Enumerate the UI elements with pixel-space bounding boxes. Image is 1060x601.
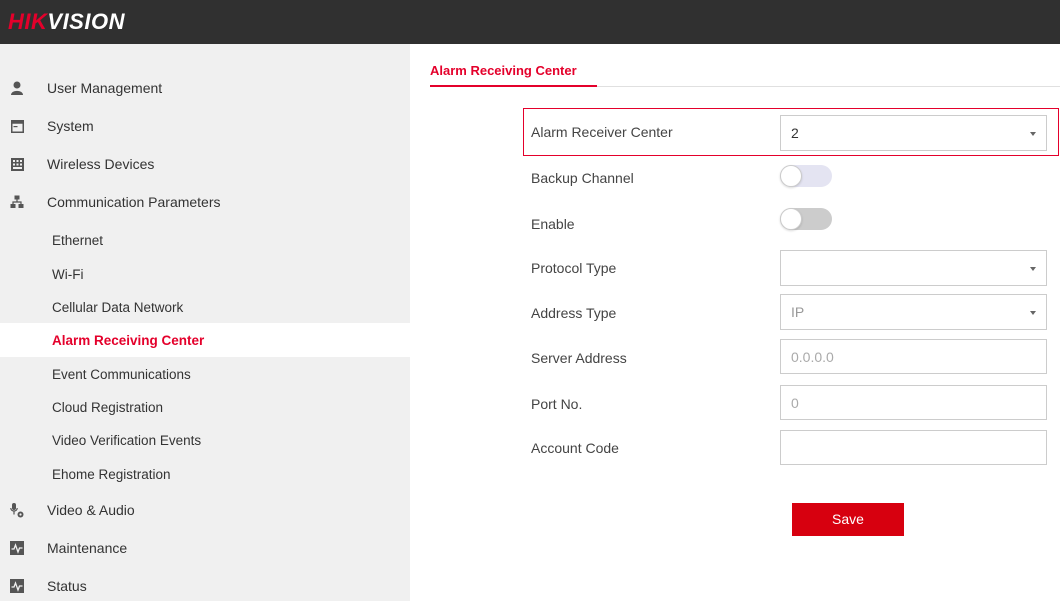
sidebar-item-label: Wireless Devices <box>47 156 155 172</box>
address-type-select[interactable]: IP <box>780 294 1047 330</box>
sidebar-item-wireless-devices[interactable]: Wireless Devices <box>0 147 410 181</box>
alarm-receiver-center-select[interactable]: 2 <box>780 115 1047 151</box>
sidebar-item-status[interactable]: Status <box>0 569 410 601</box>
logo-vision: VISION <box>47 9 125 34</box>
tab-bar: Alarm Receiving Center <box>430 64 1060 87</box>
sidebar-item-label: Wi-Fi <box>52 266 84 282</box>
hikvision-logo: HIKVISION <box>8 9 125 35</box>
sidebar-item-label: Cloud Registration <box>52 399 164 415</box>
sidebar-item-maintenance[interactable]: Maintenance <box>0 531 410 565</box>
alarm-receiver-center-value: 2 <box>791 125 799 141</box>
sidebar-item-label: Status <box>47 578 87 594</box>
chevron-down-icon <box>1030 132 1036 136</box>
user-icon <box>10 81 24 95</box>
tab-alarm-receiving-center[interactable]: Alarm Receiving Center <box>430 64 597 87</box>
top-header-bar: HIKVISION <box>0 0 1060 44</box>
enable-label: Enable <box>531 216 575 232</box>
sidebar-item-ethernet[interactable]: Ethernet <box>0 223 410 257</box>
sidebar-item-user-management[interactable]: User Management <box>0 71 410 105</box>
sidebar-item-label: User Management <box>47 80 163 96</box>
sidebar-item-label: Communication Parameters <box>47 194 221 210</box>
sidebar-item-video-verification-events[interactable]: Video Verification Events <box>0 423 410 457</box>
main-content: Alarm Receiving Center Alarm Receiver Ce… <box>410 44 1060 601</box>
sidebar-item-label: System <box>47 118 94 134</box>
sidebar-item-ehome-registration[interactable]: Ehome Registration <box>0 457 410 491</box>
protocol-type-label: Protocol Type <box>531 260 617 276</box>
sidebar-item-label: Maintenance <box>47 540 128 556</box>
port-no-input[interactable]: 0 <box>780 385 1047 420</box>
sidebar-item-wifi[interactable]: Wi-Fi <box>0 257 410 291</box>
maintenance-icon <box>10 541 24 555</box>
save-button[interactable]: Save <box>792 503 904 536</box>
network-icon <box>10 195 24 209</box>
port-no-label: Port No. <box>531 396 583 412</box>
sidebar-item-cloud-registration[interactable]: Cloud Registration <box>0 390 410 424</box>
chevron-down-icon <box>1030 311 1036 315</box>
sidebar: User Management System Wireless Devices … <box>0 44 410 601</box>
sidebar-item-label: Video & Audio <box>47 502 135 518</box>
enable-toggle[interactable] <box>780 208 832 230</box>
address-type-label: Address Type <box>531 305 617 321</box>
server-address-label: Server Address <box>531 350 627 366</box>
server-address-placeholder: 0.0.0.0 <box>791 349 834 365</box>
sidebar-item-label: Alarm Receiving Center <box>52 332 205 348</box>
account-code-label: Account Code <box>531 440 619 456</box>
address-type-value: IP <box>791 304 805 320</box>
server-address-input[interactable]: 0.0.0.0 <box>780 339 1047 374</box>
wireless-devices-icon <box>10 157 24 171</box>
port-no-placeholder: 0 <box>791 395 799 411</box>
backup-channel-label: Backup Channel <box>531 170 634 186</box>
sidebar-item-label: Event Communications <box>52 366 191 382</box>
sidebar-item-video-audio[interactable]: Video & Audio <box>0 493 410 527</box>
chevron-down-icon <box>1030 267 1036 271</box>
alarm-receiver-center-label: Alarm Receiver Center <box>531 124 673 140</box>
sidebar-item-label: Video Verification Events <box>52 432 202 448</box>
backup-channel-toggle[interactable] <box>780 165 832 187</box>
tab-label: Alarm Receiving Center <box>430 63 577 78</box>
sidebar-item-label: Cellular Data Network <box>52 299 184 315</box>
toggle-knob <box>780 208 802 230</box>
toggle-knob <box>780 165 802 187</box>
sidebar-item-communication-parameters[interactable]: Communication Parameters <box>0 185 410 219</box>
sidebar-item-event-communications[interactable]: Event Communications <box>0 357 410 391</box>
video-audio-icon <box>10 502 24 517</box>
logo-hik: HIK <box>8 9 48 34</box>
sidebar-item-cellular-data-network[interactable]: Cellular Data Network <box>0 290 410 324</box>
protocol-type-select[interactable] <box>780 250 1047 286</box>
sidebar-item-label: Ethernet <box>52 232 104 248</box>
sidebar-item-system[interactable]: System <box>0 109 410 143</box>
sidebar-item-label: Ehome Registration <box>52 466 171 482</box>
account-code-input[interactable] <box>780 430 1047 465</box>
system-icon <box>10 119 24 133</box>
status-icon <box>10 579 24 593</box>
sidebar-item-alarm-receiving-center[interactable]: Alarm Receiving Center <box>0 323 410 357</box>
